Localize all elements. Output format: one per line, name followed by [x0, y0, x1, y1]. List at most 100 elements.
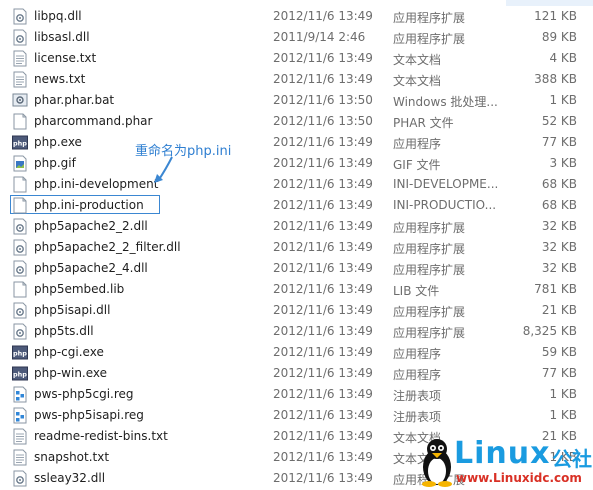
file-date: 2012/11/6 13:49 [273, 282, 373, 296]
file-date: 2012/11/6 13:49 [273, 471, 373, 485]
file-row[interactable]: license.txt 2012/11/6 13:49 文本文档 4 KB [0, 48, 593, 69]
file-row[interactable]: php.ini-development 2012/11/6 13:49 INI-DE… [0, 174, 593, 195]
file-type: LIB 文件 [393, 284, 440, 298]
file-name: php5apache2_4.dll [34, 261, 148, 275]
blank-file-icon [12, 281, 28, 298]
file-type: 注册表项 [393, 410, 442, 424]
file-row[interactable]: php php.exe 2012/11/6 13:49 应用程序 77 KB [0, 132, 593, 153]
blank-file-icon [12, 176, 28, 193]
blank-file-icon [12, 113, 28, 130]
file-row[interactable]: libsasl.dll 2011/9/14 2:46 应用程序扩展 89 KB [0, 27, 593, 48]
file-type: INI-PRODUCTIO... [393, 198, 497, 212]
file-date: 2012/11/6 13:49 [273, 219, 373, 233]
watermark-url: www.Linuxidc.com [456, 471, 582, 485]
file-size: 32 KB [541, 219, 577, 233]
file-name: license.txt [34, 51, 97, 65]
file-row[interactable]: pws-php5cgi.reg 2012/11/6 13:49 注册表项 1 KB [0, 384, 593, 405]
file-type: 应用程序扩展 [393, 326, 466, 340]
file-size: 121 KB [534, 9, 577, 23]
svg-text:php: php [13, 371, 27, 379]
bat-file-icon [12, 92, 28, 109]
file-size: 3 KB [549, 156, 577, 170]
file-size: 68 KB [541, 177, 577, 191]
file-name: libsasl.dll [34, 30, 90, 44]
annotation-arrow-icon [154, 156, 173, 183]
file-name: php.exe [34, 135, 82, 149]
file-name: php5apache2_2.dll [34, 219, 148, 233]
file-date: 2012/11/6 13:49 [273, 72, 373, 86]
file-row[interactable]: php.gif 2012/11/6 13:49 GIF 文件 3 KB [0, 153, 593, 174]
file-size: 4 KB [549, 51, 577, 65]
file-type: INI-DEVELOPME... [393, 177, 499, 191]
file-row[interactable]: php5apache2_4.dll 2012/11/6 13:49 应用程序扩展 32… [0, 258, 593, 279]
file-date: 2012/11/6 13:49 [273, 366, 373, 380]
image-file-icon [12, 155, 28, 172]
file-row[interactable]: phar.phar.bat 2012/11/6 13:50 Windows 批处理.… [0, 90, 593, 111]
file-name: php-win.exe [34, 366, 108, 380]
text-file-icon [12, 428, 28, 445]
file-name: snapshot.txt [34, 450, 110, 464]
file-type: 文本文档 [393, 53, 442, 67]
file-date: 2012/11/6 13:49 [273, 9, 373, 23]
file-size: 1 KB [549, 93, 577, 107]
file-type: 应用程序 [393, 137, 442, 151]
file-size: 32 KB [541, 261, 577, 275]
file-row[interactable]: php5apache2_2.dll 2012/11/6 13:49 应用程序扩展 32… [0, 216, 593, 237]
file-size: 52 KB [541, 114, 577, 128]
linuxidc-watermark: Linux 公社 www.Linuxidc.com [418, 437, 593, 490]
file-size: 68 KB [541, 198, 577, 212]
file-type: 注册表项 [393, 389, 442, 403]
file-type: 应用程序 [393, 347, 442, 361]
file-name: news.txt [34, 72, 86, 86]
file-row[interactable]: php php-win.exe 2012/11/6 13:49 应用程序 77 KB [0, 363, 593, 384]
file-date: 2011/9/14 2:46 [273, 30, 366, 44]
file-row[interactable]: php5apache2_2_filter.dll 2012/11/6 13:49 应… [0, 237, 593, 258]
file-size: 781 KB [534, 282, 577, 296]
file-size: 388 KB [534, 72, 577, 86]
file-type: 文本文档 [393, 74, 442, 88]
svg-text:php: php [13, 350, 27, 358]
file-size: 77 KB [541, 366, 577, 380]
dll-icon [12, 8, 28, 25]
php-exe-icon: php [12, 365, 28, 382]
file-row[interactable]: pws-php5isapi.reg 2012/11/6 13:49 注册表项 1 KB [0, 405, 593, 426]
file-row[interactable]: php5embed.lib 2012/11/6 13:49 LIB 文件 781 KB [0, 279, 593, 300]
dll-icon [12, 29, 28, 46]
file-date: 2012/11/6 13:49 [273, 261, 373, 275]
file-name: php5apache2_2_filter.dll [34, 240, 181, 254]
file-date: 2012/11/6 13:49 [273, 303, 373, 317]
file-type: 应用程序 [393, 368, 442, 382]
dll-icon [12, 302, 28, 319]
file-name: php.ini-production [34, 198, 144, 212]
file-row[interactable]: php php-cgi.exe 2012/11/6 13:49 应用程序 59 KB [0, 342, 593, 363]
file-name: php.ini-development [34, 177, 159, 191]
file-date: 2012/11/6 13:49 [273, 240, 373, 254]
dll-icon [12, 323, 28, 340]
file-type: GIF 文件 [393, 158, 441, 172]
file-row[interactable]: pharcommand.phar 2012/11/6 13:50 PHAR 文件 52… [0, 111, 593, 132]
file-date: 2012/11/6 13:49 [273, 429, 373, 443]
file-date: 2012/11/6 13:49 [273, 324, 373, 338]
file-size: 77 KB [541, 135, 577, 149]
file-row[interactable]: libpq.dll 2012/11/6 13:49 应用程序扩展 121 KB [0, 6, 593, 27]
file-row[interactable]: php5isapi.dll 2012/11/6 13:49 应用程序扩展 21 KB [0, 300, 593, 321]
file-type: 应用程序扩展 [393, 242, 466, 256]
file-row[interactable]: php.ini-production 2012/11/6 13:49 INI-PRO… [0, 195, 593, 216]
file-size: 1 KB [549, 387, 577, 401]
watermark-brand-suffix: 公社 [552, 447, 592, 471]
file-date: 2012/11/6 13:49 [273, 177, 373, 191]
file-size: 32 KB [541, 240, 577, 254]
php-exe-icon: php [12, 344, 28, 361]
file-row[interactable]: php5ts.dll 2012/11/6 13:49 应用程序扩展 8,325 KB [0, 321, 593, 342]
file-size: 89 KB [541, 30, 577, 44]
svg-text:php: php [13, 140, 27, 148]
dll-icon [12, 239, 28, 256]
file-type: PHAR 文件 [393, 116, 454, 130]
file-date: 2012/11/6 13:49 [273, 51, 373, 65]
dll-icon [12, 218, 28, 235]
registry-file-icon [12, 407, 28, 424]
file-date: 2012/11/6 13:49 [273, 345, 373, 359]
file-date: 2012/11/6 13:50 [273, 93, 373, 107]
file-row[interactable]: news.txt 2012/11/6 13:49 文本文档 388 KB [0, 69, 593, 90]
file-name: pharcommand.phar [34, 114, 153, 128]
